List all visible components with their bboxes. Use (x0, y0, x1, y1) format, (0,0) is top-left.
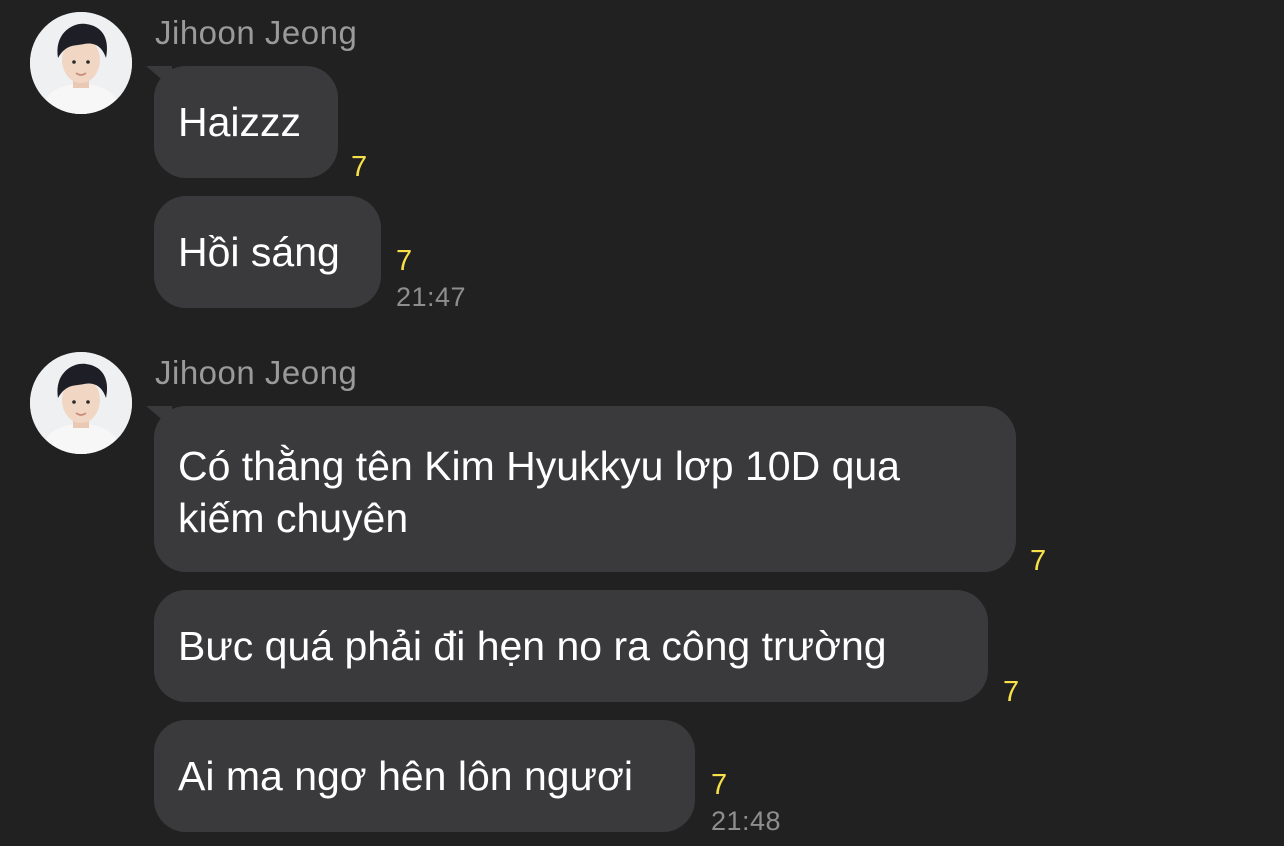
sender-name: Jihoon Jeong (155, 14, 358, 51)
unread-count: 7 (711, 769, 728, 801)
profile-photo-icon (30, 12, 132, 114)
sender-avatar[interactable] (30, 352, 132, 454)
unread-count: 7 (396, 245, 413, 277)
message-text: Hồi sáng (178, 229, 340, 275)
message-bubble[interactable]: Có thằng tên Kim Hyukkyu lơp 10D qua kiế… (154, 406, 1016, 572)
message-text: Có thằng tên Kim Hyukkyu lơp 10D qua kiế… (178, 443, 900, 541)
message-text: Ai ma ngơ hên lôn ngươi (178, 753, 634, 799)
message-text: Haizzz (178, 99, 302, 145)
message-text: Bưc quá phải đi hẹn no ra công trường (178, 623, 887, 669)
sender-avatar[interactable] (30, 12, 132, 114)
message-bubble[interactable]: Hồi sáng (154, 196, 381, 308)
sender-name: Jihoon Jeong (155, 354, 358, 391)
message-timestamp: 21:48 (711, 806, 782, 836)
message-bubble[interactable]: Haizzz (154, 66, 338, 178)
unread-count: 7 (1003, 676, 1020, 708)
unread-count: 7 (351, 151, 368, 183)
message-timestamp: 21:47 (396, 282, 467, 312)
message-bubble[interactable]: Bưc quá phải đi hẹn no ra công trường (154, 590, 988, 702)
message-bubble[interactable]: Ai ma ngơ hên lôn ngươi (154, 720, 695, 832)
unread-count: 7 (1030, 545, 1047, 577)
profile-photo-icon (30, 352, 132, 454)
chat-screen: Jihoon Jeong Haizzz 7 Hồi sáng 7 21:47 J… (0, 0, 1284, 846)
